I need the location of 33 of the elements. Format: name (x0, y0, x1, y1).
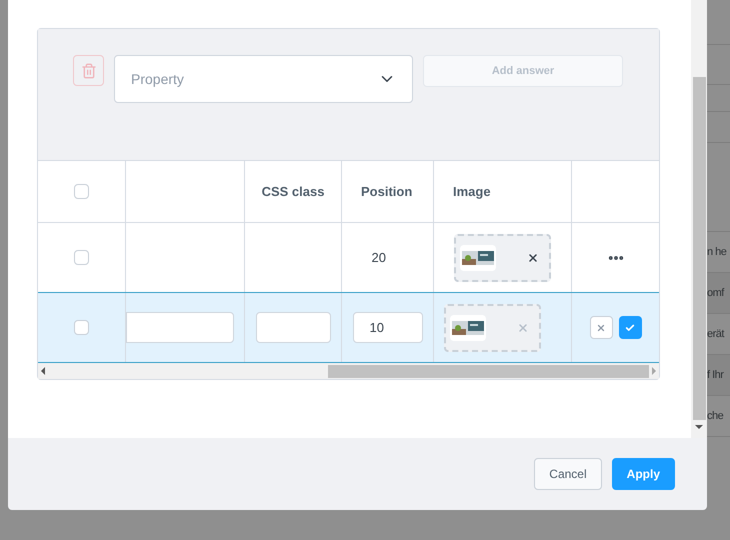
background-text: erät (707, 326, 724, 342)
scroll-left-icon[interactable] (41, 367, 45, 375)
check-icon (625, 322, 635, 332)
horizontal-scrollbar[interactable] (38, 362, 659, 379)
background-text: omf (707, 286, 724, 301)
table-row[interactable]: 10 (38, 292, 659, 362)
column-header: Position (361, 182, 412, 201)
position-value: 20 (370, 248, 387, 267)
cancel-button[interactable]: Cancel (534, 458, 602, 490)
background-text: che (707, 408, 724, 424)
close-icon[interactable] (527, 252, 539, 264)
background-text: f Ihr (707, 368, 724, 383)
checkbox[interactable] (74, 184, 89, 199)
input-field[interactable] (126, 312, 234, 343)
checkbox[interactable] (74, 250, 89, 265)
table-row[interactable]: 20 (38, 222, 659, 292)
image-dropzone[interactable] (444, 304, 541, 352)
scrollbar-thumb[interactable] (328, 364, 649, 378)
checkbox[interactable] (74, 320, 89, 335)
scrollbar-thumb[interactable] (692, 77, 706, 420)
column-header: Image (453, 182, 491, 201)
column-header: CSS class (262, 182, 324, 201)
trash-icon (80, 62, 96, 78)
scroll-down-icon[interactable] (695, 425, 703, 429)
input-field[interactable] (256, 312, 330, 343)
confirm-button[interactable] (618, 316, 642, 339)
close-icon (596, 322, 606, 332)
background-text: n he (707, 244, 726, 260)
cancel-edit-button[interactable] (590, 316, 612, 339)
vertical-scrollbar[interactable] (691, 0, 707, 438)
image-dropzone[interactable] (454, 234, 551, 282)
scroll-right-icon[interactable] (652, 367, 656, 375)
position-field[interactable]: 10 (352, 312, 422, 343)
